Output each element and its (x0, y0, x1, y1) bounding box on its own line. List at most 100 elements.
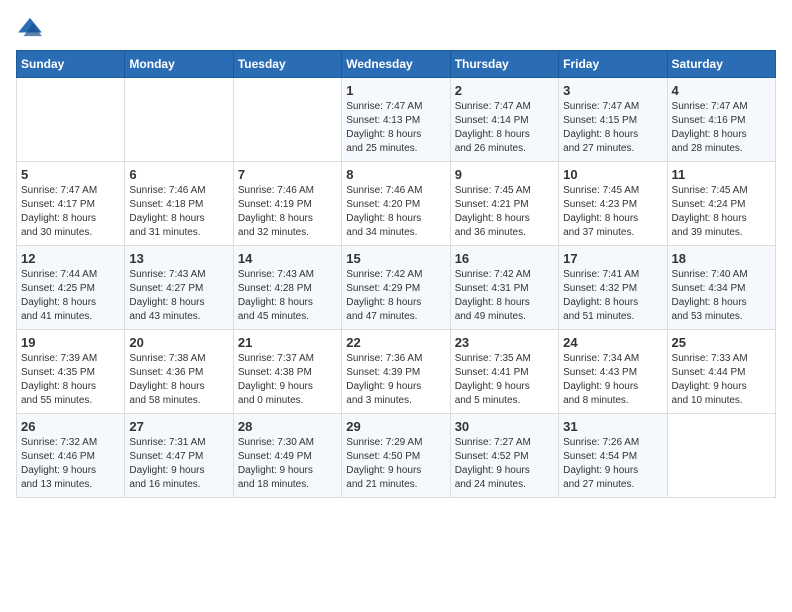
calendar-cell: 27Sunrise: 7:31 AM Sunset: 4:47 PM Dayli… (125, 414, 233, 498)
calendar-cell: 22 Sunrise: 7:36 AM Sunset: 4:39 PM Dayli… (342, 330, 450, 414)
calendar-cell: 30 Sunrise: 7:27 AM Sunset: 4:52 PM Dayli… (450, 414, 558, 498)
calendar-cell: 13Sunrise: 7:43 AM Sunset: 4:27 PM Dayli… (125, 246, 233, 330)
day-header-tuesday: Tuesday (233, 51, 341, 78)
day-info: Sunrise: 7:47 AM Sunset: 4:14 PM Dayligh… (455, 100, 554, 156)
day-info: Sunrise: 7:47 AM Sunset: 4:17 PM Dayligh… (21, 184, 120, 240)
day-number: 30 (455, 419, 554, 434)
day-info: Sunrise: 7:47 AM Sunset: 4:15 PM Dayligh… (563, 100, 662, 156)
day-info: Sunrise: 7:45 AM Sunset: 4:24 PM Dayligh… (672, 184, 771, 240)
calendar-cell: 21Sunrise: 7:37 AM Sunset: 4:38 PM Dayli… (233, 330, 341, 414)
day-number: 31 (563, 419, 662, 434)
calendar-cell: 31 Sunrise: 7:26 AM Sunset: 4:54 PM Dayli… (559, 414, 667, 498)
day-number: 10 (563, 167, 662, 182)
logo-icon (16, 16, 44, 38)
day-info: Sunrise: 7:46 AM Sunset: 4:18 PM Dayligh… (129, 184, 228, 240)
calendar-cell: 11 Sunrise: 7:45 AM Sunset: 4:24 PM Dayli… (667, 162, 775, 246)
week-row-4: 19Sunrise: 7:39 AM Sunset: 4:35 PM Dayli… (17, 330, 776, 414)
day-number: 2 (455, 83, 554, 98)
day-info: Sunrise: 7:44 AM Sunset: 4:25 PM Dayligh… (21, 268, 120, 324)
day-info: Sunrise: 7:35 AM Sunset: 4:41 PM Dayligh… (455, 352, 554, 408)
day-number: 1 (346, 83, 445, 98)
calendar-cell (17, 78, 125, 162)
day-header-friday: Friday (559, 51, 667, 78)
day-header-monday: Monday (125, 51, 233, 78)
calendar-cell: 2 Sunrise: 7:47 AM Sunset: 4:14 PM Daylig… (450, 78, 558, 162)
calendar-cell: 17 Sunrise: 7:41 AM Sunset: 4:32 PM Dayli… (559, 246, 667, 330)
calendar-cell: 4 Sunrise: 7:47 AM Sunset: 4:16 PM Daylig… (667, 78, 775, 162)
day-number: 22 (346, 335, 445, 350)
day-number: 15 (346, 251, 445, 266)
calendar-cell: 12 Sunrise: 7:44 AM Sunset: 4:25 PM Dayli… (17, 246, 125, 330)
calendar-cell: 6 Sunrise: 7:46 AM Sunset: 4:18 PM Daylig… (125, 162, 233, 246)
day-number: 3 (563, 83, 662, 98)
calendar-cell (125, 78, 233, 162)
calendar-cell: 18 Sunrise: 7:40 AM Sunset: 4:34 PM Dayli… (667, 246, 775, 330)
day-number: 17 (563, 251, 662, 266)
day-info: Sunrise: 7:26 AM Sunset: 4:54 PM Dayligh… (563, 436, 662, 492)
day-info: Sunrise: 7:47 AM Sunset: 4:16 PM Dayligh… (672, 100, 771, 156)
calendar-cell: 8Sunrise: 7:46 AM Sunset: 4:20 PM Daylig… (342, 162, 450, 246)
calendar-cell: 1 Sunrise: 7:47 AM Sunset: 4:13 PM Daylig… (342, 78, 450, 162)
day-info: Sunrise: 7:38 AM Sunset: 4:36 PM Dayligh… (129, 352, 228, 408)
day-number: 18 (672, 251, 771, 266)
calendar-cell: 25 Sunrise: 7:33 AM Sunset: 4:44 PM Dayli… (667, 330, 775, 414)
day-number: 4 (672, 83, 771, 98)
day-number: 5 (21, 167, 120, 182)
day-info: Sunrise: 7:45 AM Sunset: 4:23 PM Dayligh… (563, 184, 662, 240)
day-info: Sunrise: 7:32 AM Sunset: 4:46 PM Dayligh… (21, 436, 120, 492)
day-info: Sunrise: 7:42 AM Sunset: 4:31 PM Dayligh… (455, 268, 554, 324)
day-number: 24 (563, 335, 662, 350)
calendar-cell: 3 Sunrise: 7:47 AM Sunset: 4:15 PM Daylig… (559, 78, 667, 162)
calendar-cell: 29Sunrise: 7:29 AM Sunset: 4:50 PM Dayli… (342, 414, 450, 498)
day-info: Sunrise: 7:33 AM Sunset: 4:44 PM Dayligh… (672, 352, 771, 408)
day-info: Sunrise: 7:46 AM Sunset: 4:19 PM Dayligh… (238, 184, 337, 240)
day-info: Sunrise: 7:30 AM Sunset: 4:49 PM Dayligh… (238, 436, 337, 492)
calendar-cell: 5 Sunrise: 7:47 AM Sunset: 4:17 PM Daylig… (17, 162, 125, 246)
calendar-cell: 10 Sunrise: 7:45 AM Sunset: 4:23 PM Dayli… (559, 162, 667, 246)
day-info: Sunrise: 7:27 AM Sunset: 4:52 PM Dayligh… (455, 436, 554, 492)
calendar-cell (667, 414, 775, 498)
calendar-cell: 16Sunrise: 7:42 AM Sunset: 4:31 PM Dayli… (450, 246, 558, 330)
day-info: Sunrise: 7:42 AM Sunset: 4:29 PM Dayligh… (346, 268, 445, 324)
day-header-wednesday: Wednesday (342, 51, 450, 78)
calendar-table: SundayMondayTuesdayWednesdayThursdayFrid… (16, 50, 776, 498)
calendar-cell: 23 Sunrise: 7:35 AM Sunset: 4:41 PM Dayli… (450, 330, 558, 414)
calendar-cell: 7 Sunrise: 7:46 AM Sunset: 4:19 PM Daylig… (233, 162, 341, 246)
day-info: Sunrise: 7:41 AM Sunset: 4:32 PM Dayligh… (563, 268, 662, 324)
logo (16, 16, 48, 38)
day-info: Sunrise: 7:29 AM Sunset: 4:50 PM Dayligh… (346, 436, 445, 492)
day-number: 28 (238, 419, 337, 434)
calendar-cell: 20 Sunrise: 7:38 AM Sunset: 4:36 PM Dayli… (125, 330, 233, 414)
day-info: Sunrise: 7:47 AM Sunset: 4:13 PM Dayligh… (346, 100, 445, 156)
day-number: 25 (672, 335, 771, 350)
week-row-3: 12 Sunrise: 7:44 AM Sunset: 4:25 PM Dayli… (17, 246, 776, 330)
day-header-thursday: Thursday (450, 51, 558, 78)
day-info: Sunrise: 7:45 AM Sunset: 4:21 PM Dayligh… (455, 184, 554, 240)
day-number: 6 (129, 167, 228, 182)
day-number: 11 (672, 167, 771, 182)
day-info: Sunrise: 7:43 AM Sunset: 4:28 PM Dayligh… (238, 268, 337, 324)
day-header-saturday: Saturday (667, 51, 775, 78)
day-number: 19 (21, 335, 120, 350)
calendar-cell: 15 Sunrise: 7:42 AM Sunset: 4:29 PM Dayli… (342, 246, 450, 330)
week-row-5: 26 Sunrise: 7:32 AM Sunset: 4:46 PM Dayli… (17, 414, 776, 498)
day-number: 13 (129, 251, 228, 266)
calendar-cell: 19Sunrise: 7:39 AM Sunset: 4:35 PM Dayli… (17, 330, 125, 414)
day-info: Sunrise: 7:36 AM Sunset: 4:39 PM Dayligh… (346, 352, 445, 408)
day-number: 7 (238, 167, 337, 182)
calendar-cell (233, 78, 341, 162)
day-number: 12 (21, 251, 120, 266)
calendar-cell: 14Sunrise: 7:43 AM Sunset: 4:28 PM Dayli… (233, 246, 341, 330)
day-number: 21 (238, 335, 337, 350)
day-info: Sunrise: 7:40 AM Sunset: 4:34 PM Dayligh… (672, 268, 771, 324)
calendar-cell: 9 Sunrise: 7:45 AM Sunset: 4:21 PM Daylig… (450, 162, 558, 246)
day-number: 23 (455, 335, 554, 350)
day-number: 9 (455, 167, 554, 182)
day-info: Sunrise: 7:46 AM Sunset: 4:20 PM Dayligh… (346, 184, 445, 240)
day-number: 26 (21, 419, 120, 434)
day-number: 20 (129, 335, 228, 350)
day-info: Sunrise: 7:34 AM Sunset: 4:43 PM Dayligh… (563, 352, 662, 408)
day-header-sunday: Sunday (17, 51, 125, 78)
week-row-1: 1 Sunrise: 7:47 AM Sunset: 4:13 PM Daylig… (17, 78, 776, 162)
calendar-cell: 24 Sunrise: 7:34 AM Sunset: 4:43 PM Dayli… (559, 330, 667, 414)
